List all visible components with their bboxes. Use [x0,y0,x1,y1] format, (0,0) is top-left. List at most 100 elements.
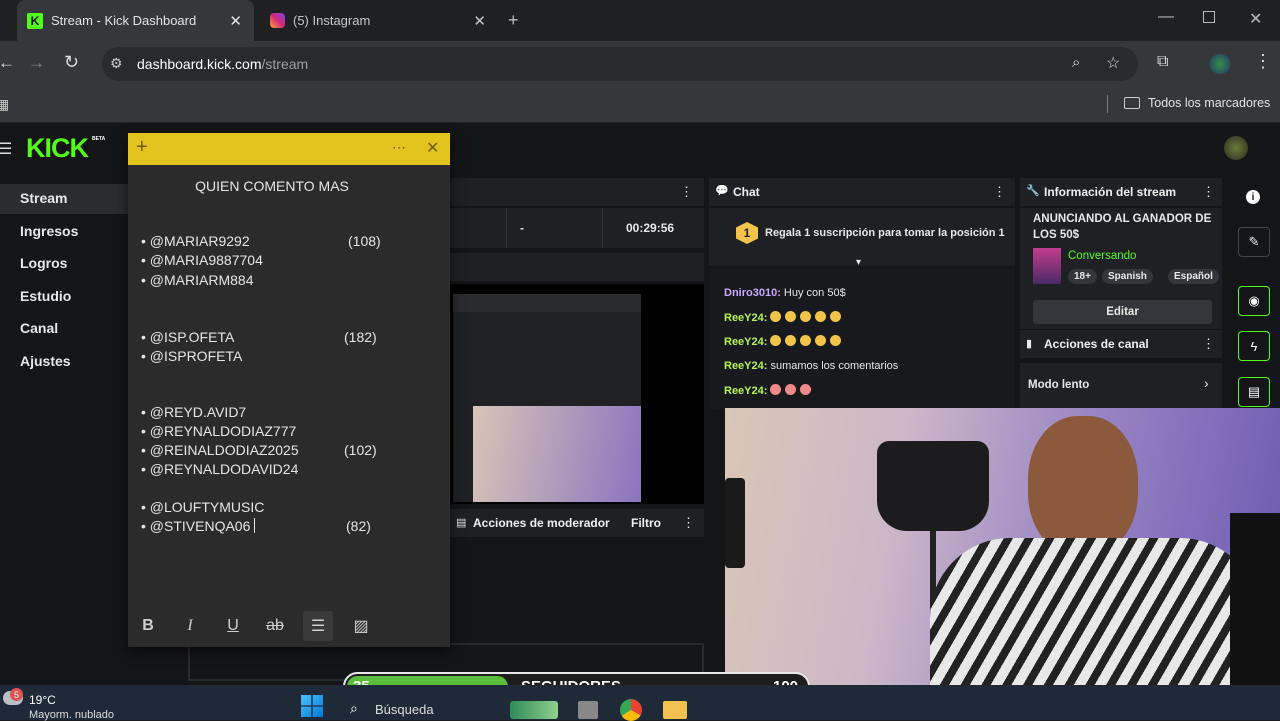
viewers-value: - [520,221,524,235]
tag-18plus[interactable]: 18+ [1068,269,1097,284]
address-bar[interactable]: ⚙ dashboard.kick.com/stream ⌕ ☆ [102,47,1138,81]
close-tab-icon[interactable]: ✕ [229,12,242,30]
sticky-note-titlebar[interactable]: + ⋯ ✕ [128,133,450,165]
pencil-icon[interactable]: ✎ [1238,227,1270,257]
close-window-icon[interactable]: ✕ [1249,9,1262,29]
start-button-icon[interactable] [301,695,323,717]
emoji-icon [770,384,782,395]
app-icon[interactable] [578,701,598,719]
chat-message: ReeY24: [724,384,815,397]
stream-info-menu-icon[interactable]: ⋮ [1202,184,1215,200]
profile-avatar[interactable] [1210,54,1230,74]
channel-actions-menu-icon[interactable]: ⋮ [1202,336,1215,352]
comment-count: (108) [348,233,381,249]
chat-username[interactable]: ReeY24: [724,385,767,397]
sidebar-item-logros[interactable]: Logros [20,255,67,271]
bullet-list-icon[interactable]: ☰ [303,611,333,641]
emoji-icon [785,335,797,346]
tag-espanol[interactable]: Español [1168,269,1219,284]
sidebar-item-ingresos[interactable]: Ingresos [20,223,78,239]
chat-username[interactable]: ReeY24: [724,360,767,372]
category-name[interactable]: Conversando [1068,250,1136,262]
bookmarks-bar: ▦ Todos los marcadores [0,87,1280,123]
chat-username[interactable]: Dniro3010: [724,287,781,299]
bold-button[interactable]: B [133,611,163,641]
comment-count: (102) [344,442,377,458]
restore-icon[interactable] [1203,11,1215,23]
underline-button[interactable]: U [218,611,248,641]
emoji-icon [770,311,782,322]
chat-header: 💬 Chat ⋮ [709,178,1015,206]
sidebar-item-stream[interactable]: Stream [20,190,67,206]
tab-instagram[interactable]: (5) Instagram ✕ [262,0,498,41]
stream-info-body: ANUNCIANDO AL GANADOR DE LOS 50$ Convers… [1020,208,1222,329]
hamburger-icon[interactable]: ☰ [0,139,12,159]
chat-top-gifter-banner[interactable]: 1 Regala 1 suscripción para tomar la pos… [709,208,1015,268]
zoom-icon[interactable]: ⌕ [1072,54,1080,71]
stream-preview[interactable] [450,284,704,504]
info-icon[interactable]: i [1246,190,1260,204]
chat-text: sumamos los comentarios [770,360,899,372]
lightning-icon[interactable]: ϟ [1238,331,1270,361]
extensions-icon[interactable]: ⧉ [1157,53,1168,71]
stats-menu-icon[interactable]: ⋮ [680,184,693,200]
chat-username[interactable]: ReeY24: [724,336,767,348]
bookmark-star-icon[interactable]: ☆ [1106,53,1120,73]
preview-browser-bar [453,294,641,312]
user-avatar[interactable] [1224,136,1248,160]
banner-text: Regala 1 suscripción para tomar la posic… [765,227,1005,239]
sidebar-item-estudio[interactable]: Estudio [20,288,71,304]
person-head [1028,416,1138,556]
reload-icon[interactable]: ↻ [64,52,79,73]
sidebar-item-canal[interactable]: Canal [20,320,58,336]
note-menu-icon[interactable]: ⋯ [392,139,406,156]
divider [1107,95,1108,113]
chrome-icon[interactable] [620,699,642,721]
sticky-note-window[interactable]: + ⋯ ✕ QUIEN COMENTO MAS • @MARIAR9292 (1… [128,133,450,647]
moderator-panel-header: ▤ Acciones de moderador Filtro ⋮ [450,509,704,537]
chat-text: Huy con 50$ [783,287,846,299]
new-note-icon[interactable]: + [136,136,148,159]
filter-button[interactable]: Filtro [631,516,661,530]
close-tab-icon[interactable]: ✕ [473,12,486,30]
list-item: • @STIVENQA06 [141,518,256,534]
insert-image-icon[interactable]: ▨ [346,611,376,641]
app-icon[interactable] [510,701,558,719]
tab-kick-dashboard[interactable]: K Stream - Kick Dashboard ✕ [17,0,254,41]
slow-mode-row[interactable]: Modo lento › [1020,363,1222,408]
folder-icon [1124,97,1140,109]
close-note-icon[interactable]: ✕ [426,138,439,158]
moderator-menu-icon[interactable]: ⋮ [682,515,695,531]
url-text: dashboard.kick.com/stream [137,56,308,72]
all-bookmarks-link[interactable]: Todos los marcadores [1148,96,1270,110]
tag-spanish[interactable]: Spanish [1102,269,1153,284]
stats-header: ⋮ [450,178,704,206]
minimize-icon[interactable]: — [1158,8,1174,26]
emoji-icon [830,335,842,346]
kick-favicon-icon: K [27,12,43,29]
taskbar-search-label[interactable]: Búsqueda [375,702,434,717]
apps-icon[interactable]: ▦ [0,96,9,113]
edit-button[interactable]: Editar [1033,300,1212,324]
kick-logo[interactable]: KICK [26,133,89,164]
list-item: • @ISP.OFETA [141,329,235,345]
file-explorer-icon[interactable] [663,701,687,719]
stats-row: - 00:29:56 [450,208,704,248]
search-icon[interactable]: ⌕ [350,700,358,717]
chat-username[interactable]: ReeY24: [724,312,767,324]
capture-icon[interactable]: ◉ [1238,286,1270,316]
pin-expand-icon[interactable]: ▾ [856,257,861,268]
chat-menu-icon[interactable]: ⋮ [993,184,1006,200]
italic-button[interactable]: I [175,611,205,641]
site-info-icon[interactable]: ⚙ [110,55,123,72]
new-tab-icon[interactable]: + [508,10,519,31]
rank-badge: 1 [736,222,758,244]
back-icon[interactable]: ← [0,53,15,73]
sidebar-item-ajustes[interactable]: Ajustes [20,353,71,369]
strikethrough-button[interactable]: ab [260,611,290,641]
notes-icon[interactable]: ▤ [1238,377,1270,407]
chat-title: Chat [733,185,760,199]
menu-icon[interactable]: ⋮ [1254,51,1272,72]
emoji-icon [800,335,812,346]
forward-icon[interactable]: → [28,53,45,73]
